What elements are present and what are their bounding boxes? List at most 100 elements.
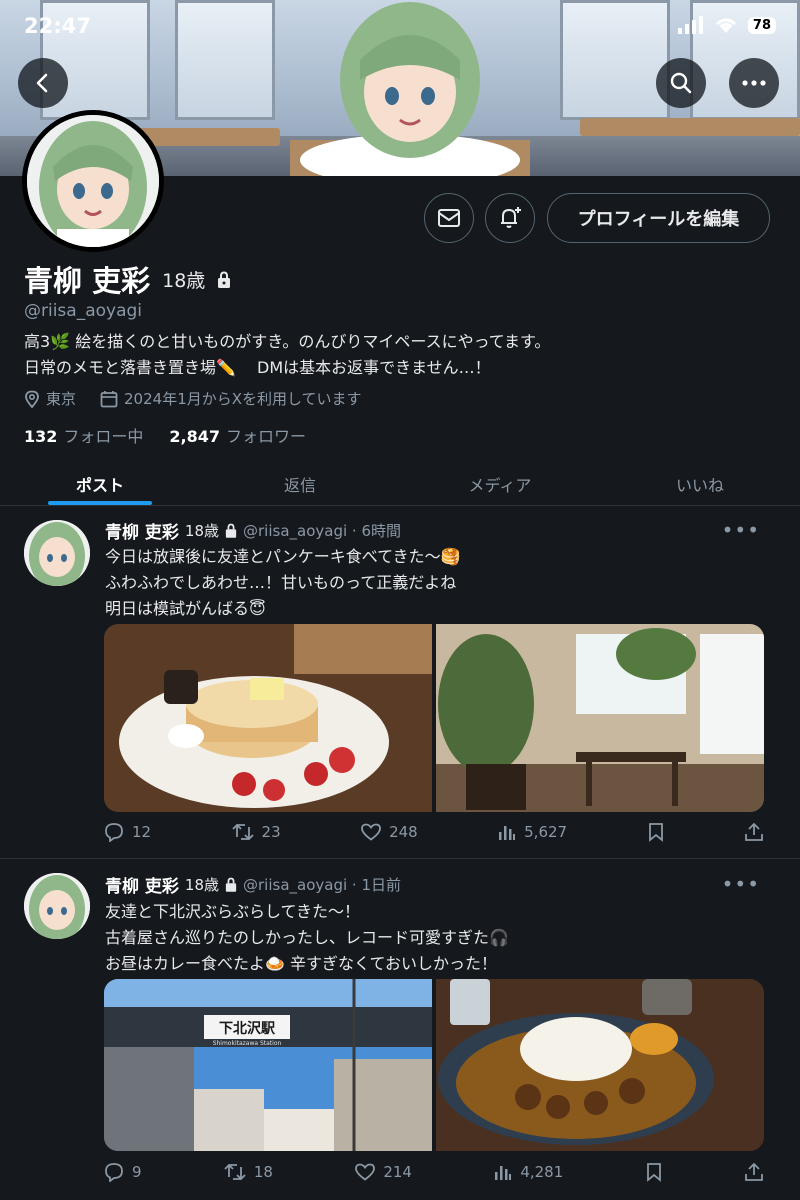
repost-button[interactable]: 18 (224, 1162, 273, 1182)
like-button[interactable]: 248 (361, 823, 418, 841)
battery-level: 78 (747, 16, 776, 34)
lock-icon (218, 270, 231, 288)
share-button[interactable] (744, 822, 764, 842)
post-media[interactable] (104, 624, 764, 812)
tab-label: いいね (675, 476, 724, 495)
tab-likes[interactable]: いいね (600, 458, 800, 505)
post-line: 友達と下北沢ぶらぶらしてきた〜！ (105, 902, 361, 921)
views-count: 4,281 (520, 1163, 564, 1181)
views-count: 5,627 (524, 823, 568, 841)
tab-replies[interactable]: 返信 (200, 458, 400, 505)
profile-joined: 2024年1月からXを利用しています (124, 390, 362, 408)
post-avatar[interactable] (24, 520, 90, 586)
search-button[interactable] (656, 58, 706, 108)
share-icon (745, 822, 763, 841)
tab-posts[interactable]: ポスト (0, 458, 200, 505)
reply-count: 12 (132, 823, 152, 841)
followers-link[interactable]: 2,847 フォロワー (169, 423, 306, 447)
share-icon (745, 1162, 763, 1181)
profile-name: 青柳 吏彩 (24, 264, 151, 298)
profile-avatar[interactable] (22, 110, 164, 252)
bio-line: 日常のメモと落書き置き場✏️ DMは基本お返事できません…！ (24, 358, 491, 377)
pancake-image (104, 624, 432, 812)
pancake-photo[interactable] (104, 624, 432, 812)
curry-image (436, 979, 764, 1151)
avatar-illustration (24, 873, 90, 939)
active-tab-indicator (48, 501, 152, 505)
cafe-image (436, 624, 764, 812)
curry-photo[interactable] (436, 979, 764, 1151)
post-author-age: 18歳 (184, 522, 220, 540)
bookmark-icon (648, 823, 663, 842)
repost-icon (231, 823, 254, 841)
station-image: 下北沢駅 Shimokitazawa Station (104, 979, 432, 1151)
followers-label: フォロワー (226, 427, 307, 446)
message-button[interactable] (424, 193, 474, 243)
post-line: 古着屋さん巡りたのしかったし、レコード可愛すぎた🎧 (105, 928, 509, 947)
post-header: 青柳 吏彩 18歳 @riisa_aoyagi · 6時間 (105, 518, 401, 543)
bookmark-icon (646, 1163, 661, 1182)
bookmark-button[interactable] (646, 1162, 662, 1182)
bookmark-button[interactable] (648, 822, 664, 842)
follow-stats: 132 フォロー中 2,847 フォロワー (24, 423, 306, 447)
profile-tabs: ポスト 返信 メディア いいね (0, 458, 800, 506)
like-count: 248 (389, 823, 418, 841)
following-link[interactable]: 132 フォロー中 (24, 423, 143, 447)
post-line: 明日は模試がんばる😇 (105, 599, 266, 618)
following-count: 132 (24, 427, 58, 446)
repost-button[interactable]: 23 (231, 822, 281, 842)
reply-icon (105, 823, 123, 842)
bell-plus-icon (501, 207, 521, 228)
profile-name-row: 青柳 吏彩 18歳 (24, 258, 231, 300)
more-options-button[interactable] (729, 58, 779, 108)
post-more-button[interactable]: ••• (722, 518, 760, 542)
post-media[interactable]: 下北沢駅 Shimokitazawa Station (104, 979, 764, 1151)
search-icon (670, 72, 692, 94)
following-label: フォロー中 (63, 427, 144, 446)
status-time: 22:47 (24, 14, 91, 38)
wifi-icon (715, 18, 736, 33)
views-button[interactable]: 4,281 (494, 1163, 563, 1181)
more-icon (742, 80, 766, 86)
post-author-name[interactable]: 青柳 吏彩 (105, 518, 179, 543)
post-line: ふわふわでしあわせ…！甘いものって正義だよね (105, 573, 457, 592)
station-photo[interactable]: 下北沢駅 Shimokitazawa Station (104, 979, 432, 1151)
profile-location: 東京 (46, 390, 77, 408)
profile-age: 18歳 (162, 269, 206, 292)
back-arrow-icon (36, 73, 48, 93)
cafe-photo[interactable] (436, 624, 764, 812)
location-icon (25, 390, 39, 408)
avatar-illustration (27, 115, 159, 247)
avatar-illustration (24, 520, 90, 586)
reply-count: 9 (132, 1163, 142, 1181)
notify-button[interactable] (485, 193, 535, 243)
post-header: 青柳 吏彩 18歳 @riisa_aoyagi · 1日前 (105, 872, 401, 897)
back-button[interactable] (18, 58, 68, 108)
post-line: 今日は放課後に友達とパンケーキ食べてきた〜🥞 (105, 547, 461, 566)
like-button[interactable]: 214 (355, 1163, 412, 1181)
status-bar: 22:47 78 (0, 0, 800, 56)
reply-button[interactable]: 9 (104, 1162, 142, 1182)
post-actions: 12 23 248 5,627 (104, 822, 764, 842)
post-author-name[interactable]: 青柳 吏彩 (105, 872, 179, 897)
profile-bio: 高3🌿 絵を描くのと甘いものがすき。のんびりマイペースにやってます。 日常のメモ… (24, 329, 550, 381)
post-line: お昼はカレー食べたよ🍛 辛すぎなくておいしかった！ (105, 954, 498, 973)
station-sign-text: 下北沢駅 (219, 1020, 276, 1037)
post-item[interactable]: 青柳 吏彩 18歳 @riisa_aoyagi · 6時間 ••• 今日は放課後… (0, 506, 800, 859)
tab-label: メディア (468, 476, 532, 495)
share-button[interactable] (744, 1162, 764, 1182)
tab-media[interactable]: メディア (400, 458, 600, 505)
followers-count: 2,847 (169, 427, 221, 446)
post-more-button[interactable]: ••• (722, 872, 760, 896)
post-text: 今日は放課後に友達とパンケーキ食べてきた〜🥞 ふわふわでしあわせ…！甘いものって… (105, 544, 461, 622)
repost-icon (224, 1163, 246, 1181)
post-avatar[interactable] (24, 873, 90, 939)
like-count: 214 (383, 1163, 412, 1181)
post-item[interactable]: 青柳 吏彩 18歳 @riisa_aoyagi · 1日前 ••• 友達と下北沢… (0, 860, 800, 1200)
post-text: 友達と下北沢ぶらぶらしてきた〜！ 古着屋さん巡りたのしかったし、レコード可愛すぎ… (105, 899, 509, 977)
views-button[interactable]: 5,627 (498, 823, 567, 841)
heart-icon (361, 823, 381, 841)
edit-profile-button[interactable]: プロフィールを編集 (547, 193, 770, 243)
post-meta: @riisa_aoyagi · 1日前 (243, 876, 401, 894)
reply-button[interactable]: 12 (104, 822, 151, 842)
